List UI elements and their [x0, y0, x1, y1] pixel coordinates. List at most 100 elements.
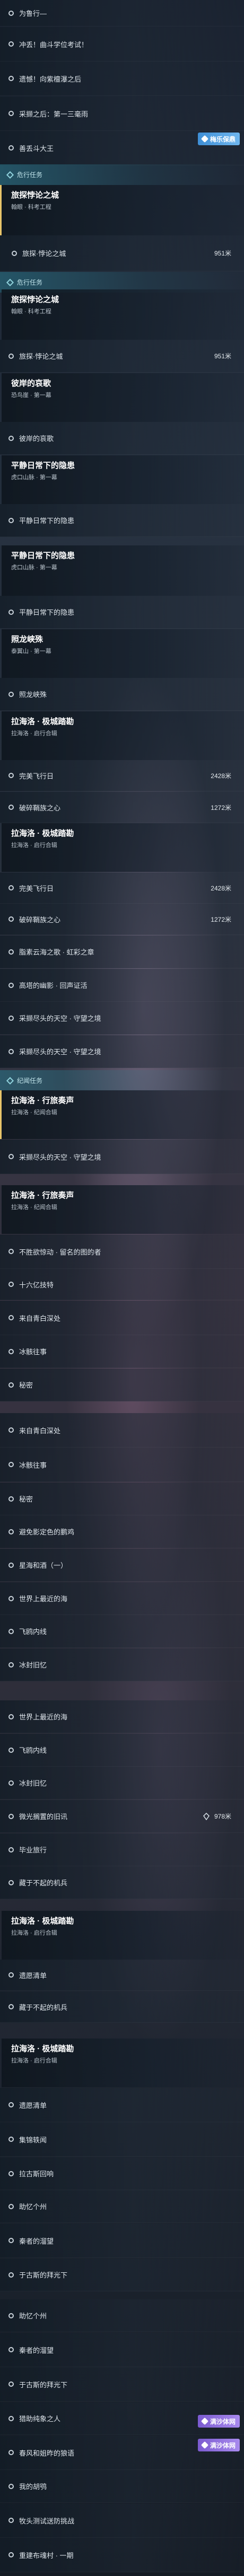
quest-step-item[interactable]: 秦者的溜望 — [0, 2333, 244, 2367]
quest-step-label: 冰骸往事 — [19, 1461, 47, 1469]
quest-step-label: 完美飞行日 — [19, 772, 54, 780]
quest-step-item[interactable]: 藏于不起的机兵 — [0, 1991, 244, 2023]
quest-title: 旅探悖论之城 — [11, 295, 59, 304]
step-circle-icon — [8, 982, 14, 988]
quest-step-item[interactable]: 避免影定色的鹏鸡 — [0, 1515, 244, 1548]
quest-step-item[interactable]: 牧头测试送防挑战 — [0, 2503, 244, 2538]
step-circle-icon — [8, 76, 14, 81]
quest-step-item[interactable]: 破碎鞘族之心 1272米 — [0, 904, 244, 935]
step-circle-icon — [8, 2483, 14, 2489]
quest-step-item[interactable]: 为鲁行— — [0, 0, 244, 27]
quest-step-label: 采撷尽头的天空 · 守望之境 — [19, 1014, 101, 1022]
quest-step-item[interactable]: 助忆个州 — [0, 2299, 244, 2332]
quest-step-label: 旅探·悖论之城 — [19, 352, 63, 360]
quest-step-item[interactable]: 于古斯的拜光下 — [0, 2259, 244, 2291]
quest-step-label: 脂素云海之歌 · 虹彩之章 — [19, 948, 94, 956]
quest-step-item[interactable]: 采撷之后：第一三毫雨 — [0, 96, 244, 131]
quest-step-item[interactable]: 照龙峡殊 — [0, 678, 244, 711]
quest-step-item[interactable]: 集锦轶闻 — [0, 2122, 244, 2157]
quest-step-item[interactable]: 遗愿清单 — [0, 2088, 244, 2122]
quest-header[interactable]: 拉海洛 · 极城踏勘 拉海洛 · 启行合辑 — [0, 2039, 244, 2087]
event-badge[interactable]: 满沙体网 — [197, 2439, 240, 2451]
step-circle-icon — [8, 2203, 14, 2209]
badge-icon — [201, 2417, 209, 2425]
event-badge[interactable]: 满沙体网 — [197, 2415, 240, 2428]
quest-step-item[interactable]: 完美飞行日 2428米 — [0, 760, 244, 791]
quest-step-label: 重建布魂村 · 一期 — [19, 2551, 74, 2560]
step-circle-icon — [8, 2347, 14, 2352]
quest-step-item[interactable]: 微光搁置的旧讯 978米 — [0, 1800, 244, 1833]
quest-title: 平静日常下的隐患 — [11, 461, 75, 470]
quest-header[interactable]: 拉海洛 · 极城踏勘 拉海洛 · 启行合辑 — [0, 711, 244, 760]
step-circle-icon — [8, 1880, 14, 1885]
quest-step-label: 不胜欲惊动 · 留名的图的者 — [19, 1248, 101, 1256]
quest-step-item[interactable]: 来自青白深处 — [0, 1413, 244, 1448]
quest-step-item[interactable]: 脂素云海之歌 · 虹彩之章 — [0, 936, 244, 968]
distance-label: 2428米 — [211, 772, 231, 780]
quest-step-label: 十六亿技特 — [19, 1281, 54, 1289]
quest-subtitle: 虎口山脉 · 第一幕 — [11, 564, 57, 571]
quest-header[interactable]: 拉海洛 · 行旅奏声 拉海洛 · 纪闻合辑 — [0, 1185, 244, 1234]
quest-header[interactable]: 平静日常下的隐患 虎口山脉 · 第一幕 — [0, 545, 244, 596]
quest-step-label: 毕业旅行 — [19, 1846, 47, 1854]
quest-step-item[interactable]: 冰骸往事 — [0, 1448, 244, 1482]
quest-step-label: 遗憾！向紫檀瀑之后 — [19, 75, 82, 83]
quest-step-item[interactable]: 破碎鞘族之心 1272米 — [0, 792, 244, 823]
quest-step-item[interactable]: 彼岸的哀歌 — [0, 422, 244, 455]
quest-step-item[interactable]: 冲丢！曲斗学位考试！ — [0, 27, 244, 61]
quest-step-item[interactable]: 拉古斯回响 — [0, 2157, 244, 2190]
quest-step-item[interactable]: 秘密 — [0, 1369, 244, 1401]
quest-step-item[interactable]: 平静日常下的隐患 — [0, 504, 244, 537]
quest-step-item[interactable]: 藏于不起的机兵 — [0, 1866, 244, 1899]
quest-step-item[interactable]: 采撷尽头的天空 · 守望之境 — [0, 1140, 244, 1174]
quest-header[interactable]: 照龙峡殊 泰翼山 · 第一幕 — [0, 629, 244, 678]
quest-step-item[interactable]: 我的胡鸮 — [0, 2470, 244, 2503]
quest-step-item[interactable]: 秦者的溜望 — [0, 2224, 244, 2258]
step-circle-icon — [8, 1662, 14, 1668]
quest-header[interactable]: 拉海洛 · 行旅奏声 拉海洛 · 纪闻合辑 — [0, 1090, 244, 1139]
step-circle-icon — [8, 609, 14, 615]
step-circle-icon — [8, 691, 14, 697]
step-circle-icon — [8, 1462, 14, 1467]
quest-step-item[interactable]: 十六亿技特 — [0, 1269, 244, 1300]
quest-header[interactable]: 平静日常下的隐患 虎口山脉 · 第一幕 — [0, 455, 244, 504]
quest-step-item[interactable]: 采撷尽头的天空 · 守望之境 — [0, 1035, 244, 1068]
step-circle-icon — [8, 2415, 14, 2421]
quest-step-item[interactable]: 旅探·悖论之城 951米 — [0, 340, 244, 373]
quest-step-item[interactable]: 助忆个州 — [0, 2190, 244, 2223]
quest-step-item[interactable]: 冰封旧忆 — [0, 1648, 244, 1681]
quest-subtitle: 拉海洛 · 纪闻合辑 — [11, 1109, 57, 1116]
event-badge[interactable]: 梅乐保鼎 — [197, 133, 240, 145]
quest-step-item[interactable]: 高塔的幽影 · 回声证活 — [0, 969, 244, 1002]
quest-step-item[interactable]: 世界上最近的海 — [0, 1582, 244, 1615]
quest-header[interactable]: 拉海洛 · 极城踏勘 拉海洛 · 启行合辑 — [0, 823, 244, 872]
quest-header[interactable]: 旅探悖论之城 翰眼 · 科考工程 — [0, 289, 244, 340]
quest-step-item[interactable]: 遗愿清单 — [0, 1960, 244, 1991]
quest-header[interactable]: 彼岸的哀歌 恐鸟崖 · 第一幕 — [0, 373, 244, 422]
quest-step-item[interactable]: 不胜欲惊动 · 留名的图的者 — [0, 1234, 244, 1269]
step-circle-icon — [8, 435, 14, 441]
quest-step-item[interactable]: 毕业旅行 — [0, 1833, 244, 1866]
quest-step-item[interactable]: 冰封旧忆 — [0, 1767, 244, 1799]
quest-step-item[interactable]: 完美飞行日 2428米 — [0, 872, 244, 904]
quest-step-item[interactable]: 冰骸往事 — [0, 1335, 244, 1368]
quest-step-item[interactable]: 秘密 — [0, 1483, 244, 1515]
quest-header[interactable]: 旅探悖论之城 翰眼 · 科考工程 — [0, 185, 244, 235]
quest-step-item[interactable]: 遗憾！向紫檀瀑之后 — [0, 61, 244, 96]
quest-step-item[interactable]: 飞鸥内线 — [0, 1615, 244, 1648]
quest-step-label: 破碎鞘族之心 — [19, 804, 61, 812]
quest-step-label: 来自青白深处 — [19, 1426, 61, 1435]
quest-step-item[interactable]: 平静日常下的隐患 — [0, 596, 244, 629]
quest-step-item[interactable]: 采撷尽头的天空 · 守望之境 — [0, 1002, 244, 1035]
quest-step-label: 拉古斯回响 — [19, 2170, 54, 2178]
quest-step-item[interactable]: 星海和酒（一） — [0, 1549, 244, 1582]
quest-step-item[interactable]: 重建布魂村 · 一期 — [0, 2538, 244, 2572]
quest-step-item[interactable]: 飞鸥内线 — [0, 1734, 244, 1767]
quest-step-item[interactable]: 世界上最近的海 — [0, 1700, 244, 1733]
quest-header[interactable]: 拉海洛 · 极城踏勘 拉海洛 · 启行合辑 — [0, 1911, 244, 1960]
quest-step-item[interactable]: 来自青白深处 — [0, 1301, 244, 1335]
quest-step-item[interactable]: 于古斯的拜光下 — [0, 2367, 244, 2402]
quest-step-label: 藏于不起的机兵 — [19, 1879, 68, 1887]
quest-step-item[interactable]: 旅探·悖论之城 951米 — [0, 235, 244, 271]
step-circle-icon — [8, 1847, 14, 1852]
